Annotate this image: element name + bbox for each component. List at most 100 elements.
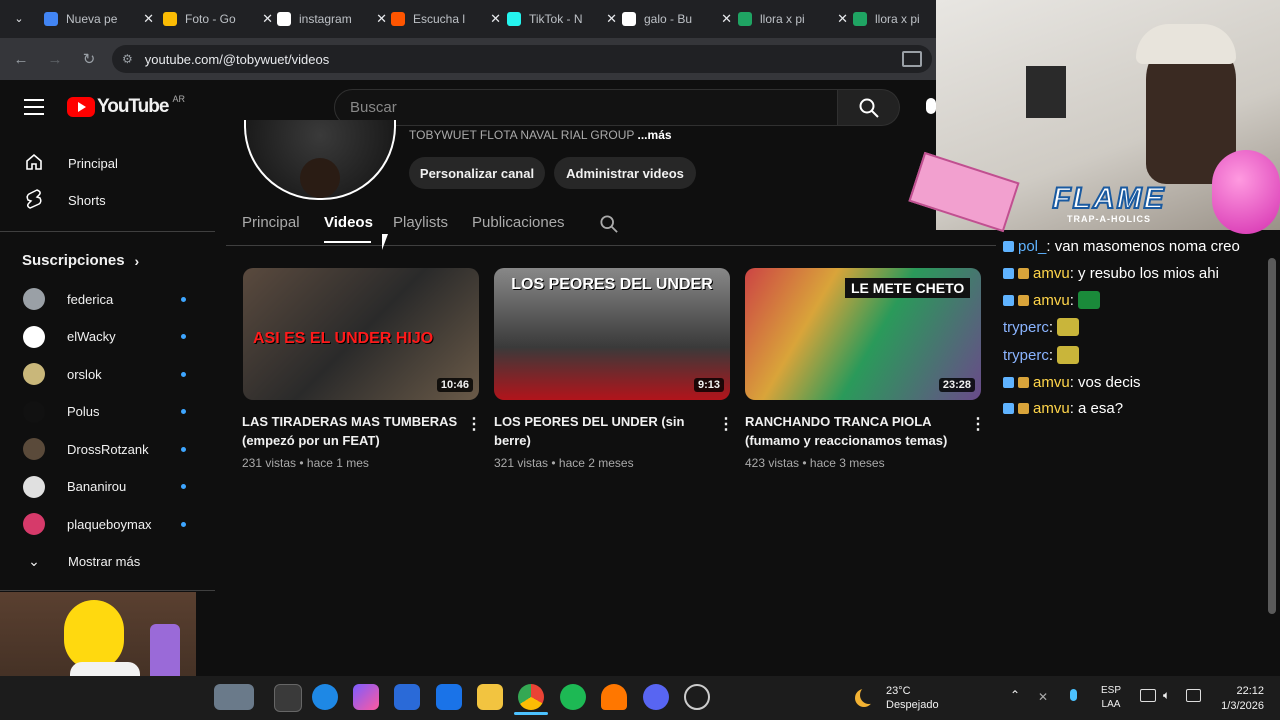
video-title[interactable]: LOS PEORES DEL UNDER (sin berre) [494, 412, 714, 450]
youtube-logo-text: YouTube [97, 96, 169, 117]
store-icon[interactable] [394, 684, 420, 710]
emote-icon [1078, 291, 1101, 309]
task-view-icon[interactable] [274, 684, 302, 712]
app-icon[interactable] [684, 684, 710, 710]
tab-label: Principal [242, 214, 300, 231]
video-thumbnail[interactable]: LE METE CHETO 23:28 [745, 268, 981, 400]
site-info-icon[interactable]: ⚙ [122, 52, 133, 66]
close-icon[interactable]: ✕ [262, 11, 273, 27]
video-info: LAS TIRADERAS MAS TUMBERAS (empezó por u… [242, 412, 462, 470]
video-title[interactable]: LAS TIRADERAS MAS TUMBERAS (empezó por u… [242, 412, 462, 450]
subscriptions-header[interactable]: Suscripciones › [22, 252, 139, 269]
volume-icon[interactable]: 🔈︎ [1163, 688, 1170, 703]
copilot-icon[interactable] [353, 684, 379, 710]
avatar [23, 475, 45, 498]
video-duration: 10:46 [436, 378, 473, 392]
browser-tab[interactable]: Escucha l ✕ [391, 6, 501, 32]
outlook-icon[interactable] [436, 684, 462, 710]
show-more-button[interactable]: ⌄ Mostrar más [0, 543, 210, 579]
browser-tab[interactable]: galo - Bu ✕ [622, 6, 732, 32]
tab-search-button[interactable]: ⌄ [10, 10, 28, 28]
sidebar-item-subscription[interactable]: orslok [0, 356, 210, 392]
chat-text: a esa? [1078, 400, 1124, 417]
more-link[interactable]: ...más [638, 128, 672, 142]
weather-widget[interactable]: 23°C Despejado [886, 684, 939, 712]
tab-playlists[interactable]: Playlists [393, 214, 448, 231]
avatar [23, 513, 45, 535]
video-thumbnail[interactable]: LOS PEORES DEL UNDER 9:13 [494, 268, 730, 400]
close-icon[interactable]: ✕ [490, 11, 501, 27]
close-icon[interactable]: ✕ [721, 11, 732, 27]
file-explorer-icon[interactable] [477, 684, 503, 710]
tab-principal[interactable]: Principal [242, 214, 300, 231]
language-indicator[interactable]: ESP LAA [1101, 684, 1121, 712]
browser-tab[interactable]: Nueva pe ✕ [44, 6, 154, 32]
video-meta: 423 vistas • hace 3 meses [745, 456, 885, 470]
chevron-right-icon: › [134, 252, 140, 269]
soundcloud-icon[interactable] [601, 684, 627, 710]
back-icon[interactable]: ← [11, 50, 31, 70]
video-info: LOS PEORES DEL UNDER (sin berre) 321 vis… [494, 412, 714, 470]
channel-search-icon[interactable] [600, 215, 618, 238]
clock[interactable]: 22:12 1/3/2026 [1210, 684, 1264, 714]
sidebar-item-shorts[interactable]: Shorts [0, 182, 210, 218]
sidebar-item-principal[interactable]: Principal [0, 145, 210, 181]
chat-text: vos decis [1078, 374, 1141, 391]
more-actions-icon[interactable]: ⋮ [466, 414, 482, 434]
spotify-icon[interactable] [560, 684, 586, 710]
display-icon[interactable] [1140, 689, 1156, 702]
sidebar-item-subscription[interactable]: plaqueboymax [0, 506, 210, 542]
video-title[interactable]: RANCHANDO TRANCA PIOLA (fumamo y reaccio… [745, 412, 965, 450]
browser-tab[interactable]: Foto - Go ✕ [163, 6, 273, 32]
microphone-icon[interactable] [926, 98, 936, 114]
sidebar-item-subscription[interactable]: DrossRotzank [0, 431, 210, 467]
close-icon[interactable]: ✕ [376, 11, 387, 27]
video-thumbnail[interactable]: ASI ES EL UNDER HIJO 10:46 [243, 268, 479, 400]
chat-message: tryperc: [1003, 318, 1080, 336]
video-duration: 9:13 [693, 378, 724, 392]
manage-videos-button[interactable]: Administrar videos [554, 157, 696, 189]
language-bottom: LAA [1101, 699, 1121, 710]
close-icon[interactable]: ✕ [837, 11, 848, 27]
chat-separator: : [1048, 318, 1058, 336]
chrome-icon[interactable] [518, 684, 544, 710]
browser-tab[interactable]: TikTok - N ✕ [507, 6, 617, 32]
badge-icon [1018, 268, 1029, 279]
reload-icon[interactable]: ↻ [79, 50, 99, 70]
sidebar-item-subscription[interactable]: Polus [0, 394, 210, 430]
more-actions-icon[interactable]: ⋮ [970, 414, 986, 434]
more-actions-icon[interactable]: ⋮ [718, 414, 734, 434]
forward-icon[interactable]: → [45, 50, 65, 70]
microphone-active-icon[interactable] [1070, 689, 1077, 701]
cast-icon[interactable] [902, 51, 922, 67]
sidebar-item-subscription[interactable]: Bananirou [0, 469, 210, 505]
search-input[interactable]: Buscar [334, 89, 838, 126]
wall-poster [1026, 66, 1066, 118]
edge-icon[interactable] [312, 684, 338, 710]
close-icon[interactable]: ✕ [606, 11, 617, 27]
chevron-up-icon[interactable]: ⌃ [1010, 688, 1020, 702]
scrollbar-thumb[interactable] [1268, 258, 1276, 614]
sidebar-item-subscription[interactable]: elWacky [0, 319, 210, 355]
tab-label: Publicaciones [472, 214, 565, 231]
url-bar[interactable]: ⚙ youtube.com/@tobywuet/videos [112, 45, 932, 73]
sidebar-item-subscription[interactable]: federica [0, 281, 210, 317]
search-button[interactable] [838, 89, 900, 126]
thumbnail-text: LE METE CHETO [845, 278, 971, 298]
youtube-logo[interactable]: YouTube AR [67, 94, 185, 118]
browser-tab[interactable]: llora x pi ✕ [738, 6, 848, 32]
customize-channel-button[interactable]: Personalizar canal [409, 157, 545, 189]
discord-icon[interactable] [643, 684, 669, 710]
close-icon[interactable]: ✕ [143, 11, 154, 27]
customize-channel-label: Personalizar canal [419, 165, 535, 181]
battery-icon[interactable] [1186, 689, 1201, 702]
browser-tab[interactable]: instagram ✕ [277, 6, 387, 32]
home-icon [22, 152, 46, 175]
subscription-name: elWacky [67, 329, 116, 344]
avatar [23, 288, 45, 310]
tab-videos[interactable]: Videos [324, 214, 373, 231]
network-off-icon[interactable]: ✕ [1038, 690, 1048, 704]
taskbar-widget-icon[interactable] [214, 684, 254, 710]
tab-publicaciones[interactable]: Publicaciones [472, 214, 565, 231]
menu-icon[interactable] [24, 99, 44, 115]
